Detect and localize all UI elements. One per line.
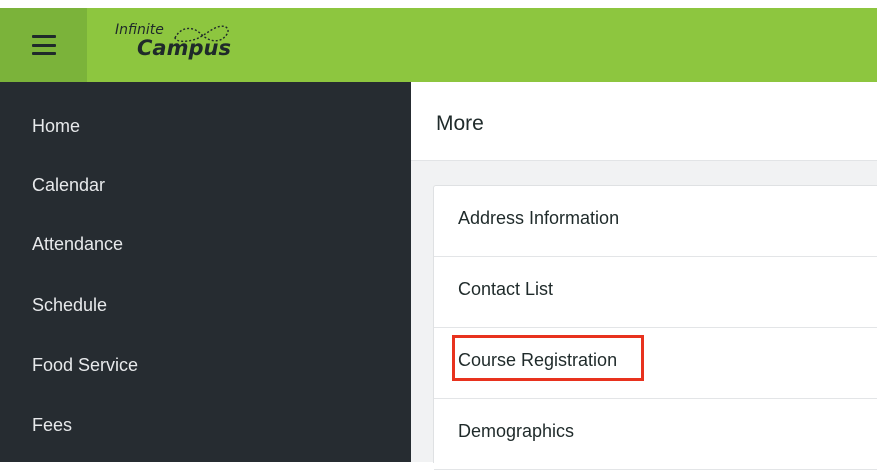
sidebar-nav: Home Calendar Attendance Schedule Food S… <box>0 82 411 462</box>
sidebar-item-food-service[interactable]: Food Service <box>32 355 138 376</box>
menu-button[interactable] <box>0 8 87 82</box>
main-content: More Address Information Contact List Co… <box>411 82 877 470</box>
list-item-label: Course Registration <box>458 350 618 370</box>
sidebar-item-home[interactable]: Home <box>32 116 80 137</box>
list-item-label: Contact List <box>458 279 554 299</box>
sidebar-item-calendar[interactable]: Calendar <box>32 175 105 196</box>
page-title: More <box>436 112 484 135</box>
page-header: More <box>411 82 877 161</box>
list-item-address-information[interactable]: Address Information <box>434 186 877 257</box>
sidebar-item-fees[interactable]: Fees <box>32 415 72 436</box>
logo-text-bottom: Campus <box>137 36 231 60</box>
list-item-course-registration[interactable]: Course Registration <box>434 328 877 399</box>
list-item-label: Demographics <box>458 421 575 441</box>
infinite-campus-logo[interactable]: Infinite Campus <box>115 22 255 68</box>
list-item-label: Address Information <box>458 208 620 228</box>
list-item-contact-list[interactable]: Contact List <box>434 257 877 328</box>
sidebar-item-attendance[interactable]: Attendance <box>32 234 123 255</box>
list-item-demographics[interactable]: Demographics <box>434 399 877 470</box>
more-options-list: Address Information Contact List Course … <box>433 185 877 470</box>
hamburger-icon <box>31 35 56 55</box>
app-frame: Infinite Campus Home Calendar Attendance… <box>0 0 877 470</box>
top-header: Infinite Campus <box>0 8 877 82</box>
sidebar-item-schedule[interactable]: Schedule <box>32 295 107 316</box>
